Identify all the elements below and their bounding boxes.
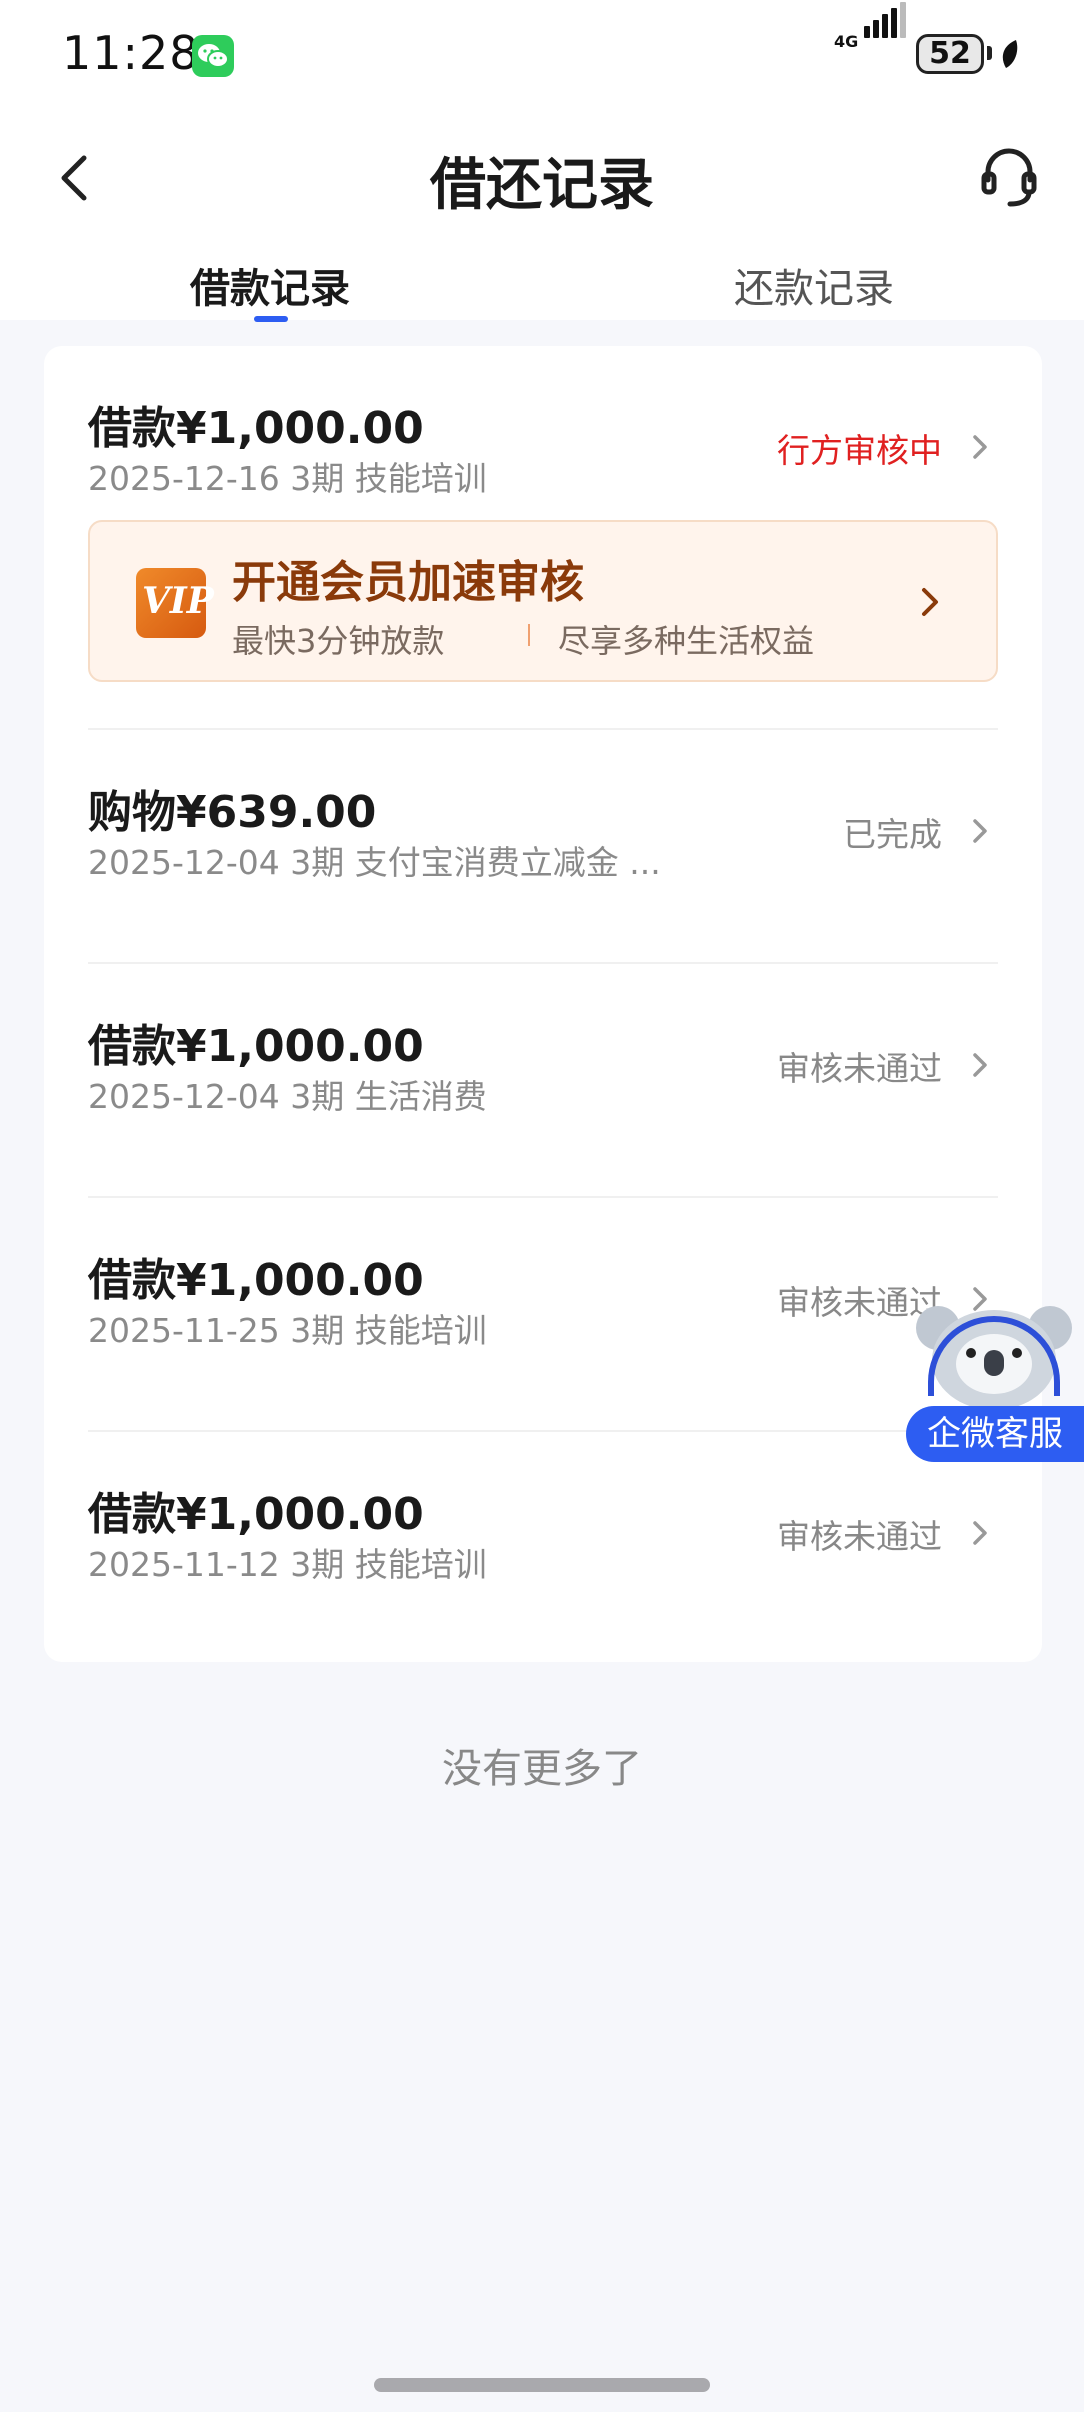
vip-title: 开通会员加速审核 [232, 557, 584, 608]
chevron-right-icon [922, 588, 938, 616]
active-tab-indicator [254, 316, 288, 322]
tab-repay-records[interactable]: 还款记录 [734, 256, 894, 314]
vip-subtitle-right: 尽享多种生活权益 [558, 622, 815, 660]
eco-leaf-icon [1002, 40, 1018, 68]
network-type: 4G [834, 32, 859, 51]
record-meta: 2025-11-25 3期 技能培训 [88, 1311, 487, 1350]
wechat-icon [192, 35, 234, 77]
record-amount: 借款¥1,000.00 [88, 1489, 424, 1540]
record-meta: 2025-12-04 3期 生活消费 [88, 1077, 487, 1116]
vip-upgrade-banner[interactable]: VIP 开通会员加速审核 最快3分钟放款 尽享多种生活权益 [88, 520, 998, 682]
floating-service-button[interactable]: 企微客服 [906, 1306, 1084, 1466]
list-item[interactable]: 借款¥1,000.00 2025-11-25 3期 技能培训 审核未通过 [44, 1198, 1042, 1430]
page-title: 借还记录 [430, 153, 654, 218]
status-bar: 11:28 4G 52 [0, 0, 1084, 110]
chevron-right-icon [973, 819, 987, 843]
list-item[interactable]: 借款¥1,000.00 2025-12-16 3期 技能培训 行方审核中 VIP… [44, 346, 1042, 730]
vip-badge-text: VIP [142, 580, 214, 622]
chevron-right-icon [973, 1053, 987, 1077]
list-item[interactable]: 借款¥1,000.00 2025-11-12 3期 技能培训 审核未通过 [44, 1432, 1042, 1662]
battery-tip [987, 46, 992, 60]
list-item[interactable]: 借款¥1,000.00 2025-12-04 3期 生活消费 审核未通过 [44, 964, 1042, 1196]
cellular-signal-icon: 4G [834, 2, 906, 74]
vip-subtitle-left: 最快3分钟放款 [232, 622, 445, 660]
header: 借还记录 借款记录 还款记录 [0, 110, 1084, 322]
record-status: 已完成 [843, 815, 942, 854]
record-status: 审核未通过 [777, 1049, 942, 1088]
list-item[interactable]: 购物¥639.00 2025-12-04 3期 支付宝消费立减金 ... 已完成 [44, 730, 1042, 962]
record-amount: 借款¥1,000.00 [88, 403, 424, 454]
record-amount: 借款¥1,000.00 [88, 1255, 424, 1306]
chevron-right-icon [973, 1521, 987, 1545]
record-amount: 购物¥639.00 [88, 787, 377, 838]
battery-icon: 52 [916, 34, 984, 74]
record-status: 行方审核中 [777, 431, 942, 470]
record-meta: 2025-12-04 3期 支付宝消费立减金 ... [88, 843, 661, 882]
record-status: 审核未通过 [777, 1517, 942, 1556]
chevron-right-icon [973, 435, 987, 459]
vip-separator [528, 624, 530, 646]
vip-icon: VIP [136, 568, 214, 638]
home-indicator[interactable] [374, 2378, 710, 2392]
record-meta: 2025-11-12 3期 技能培训 [88, 1545, 487, 1584]
headset-icon[interactable] [978, 144, 1040, 210]
records-card: 借款¥1,000.00 2025-12-16 3期 技能培训 行方审核中 VIP… [44, 346, 1042, 1662]
floating-service-label: 企微客服 [906, 1406, 1084, 1462]
record-amount: 借款¥1,000.00 [88, 1021, 424, 1072]
tab-borrow-records[interactable]: 借款记录 [190, 256, 350, 314]
clock: 11:28 [62, 26, 200, 80]
record-meta: 2025-12-16 3期 技能培训 [88, 459, 487, 498]
no-more-label: 没有更多了 [442, 1746, 642, 1792]
